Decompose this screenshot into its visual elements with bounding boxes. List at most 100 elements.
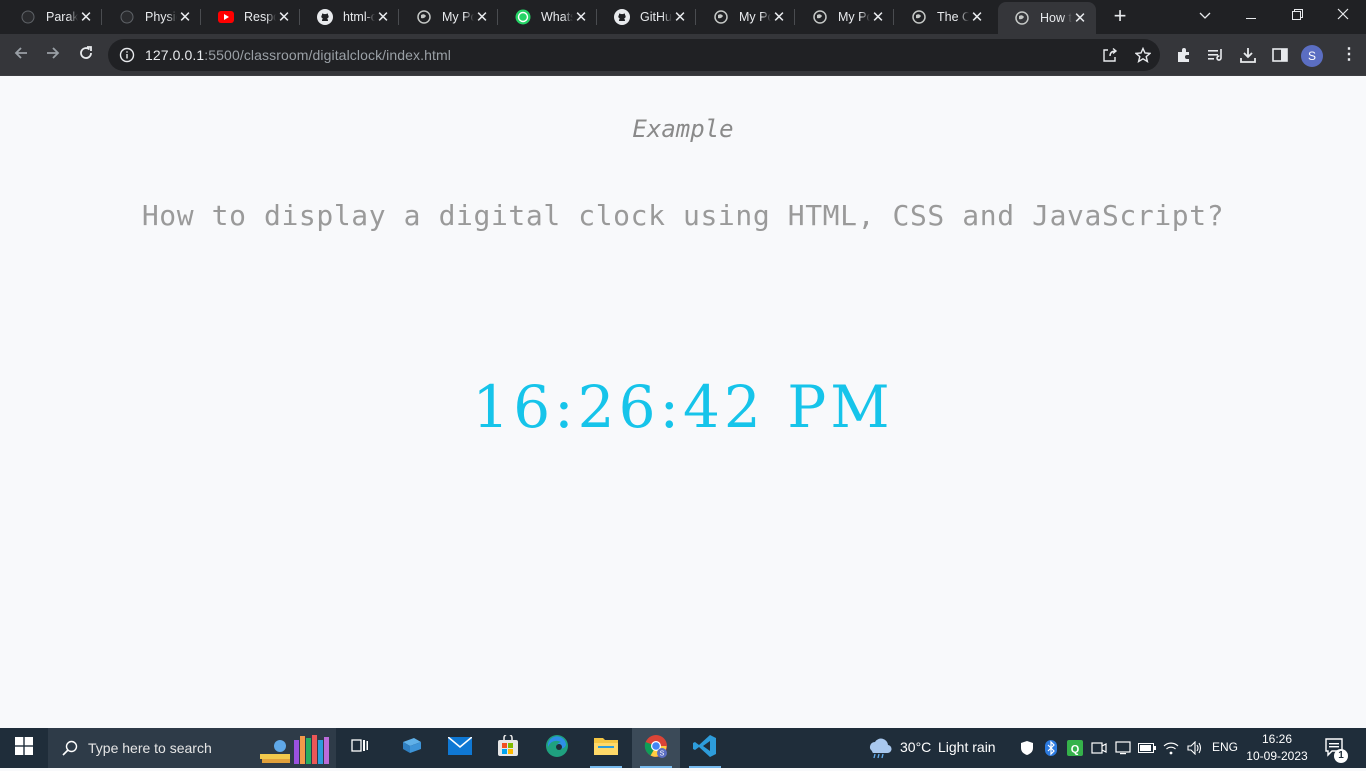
tab-search-button[interactable] [1182,0,1228,30]
tab-separator [596,9,597,25]
tab-1[interactable]: Parakram ✕ [4,0,102,34]
weather-icon[interactable] [866,737,892,759]
close-icon[interactable]: ✕ [771,9,787,26]
globe-dark-icon [20,9,36,25]
back-button[interactable] [8,42,34,68]
close-icon[interactable]: ✕ [276,9,292,26]
tab-separator [695,9,696,25]
folder-icon [594,736,618,761]
restore-button[interactable] [1274,0,1320,30]
github-icon [317,9,333,25]
task-view-icon [351,738,369,759]
windows-taskbar: Type here to search S 30°C Light rain Q … [0,728,1366,768]
profile-avatar[interactable]: S [1301,45,1323,67]
app-q-icon[interactable]: Q [1066,739,1084,757]
new-tab-button[interactable]: + [1109,5,1131,27]
tab-active[interactable]: How to ✕ [998,2,1096,34]
tab-title: WhatsApp [541,10,573,24]
edge-icon [545,734,569,763]
digital-clock: 16:26:42 PM [472,373,894,441]
taskbar-app-explorer[interactable] [582,728,630,768]
tab-3[interactable]: Responsive ✕ [202,0,300,34]
close-icon[interactable]: ✕ [1072,10,1088,27]
taskbar-app-store[interactable] [484,728,532,768]
taskbar-date: 10-09-2023 [1246,749,1308,763]
globe-icon [416,9,432,25]
close-window-button[interactable] [1320,0,1366,30]
language-indicator[interactable]: ENG [1212,740,1238,754]
share-icon[interactable] [1102,47,1118,63]
taskbar-app-chrome[interactable]: S [632,728,680,768]
close-icon[interactable]: ✕ [870,9,886,26]
close-icon[interactable]: ✕ [573,9,589,26]
arrow-left-icon [13,45,29,66]
globe-icon [713,9,729,25]
browser-toolbar: 127.0.0.1:5500/classroom/digitalclock/in… [0,34,1366,76]
tab-10[interactable]: The Coding ✕ [895,0,993,34]
tab-title: My Portfolio [442,10,474,24]
info-icon[interactable] [119,47,135,63]
tab-7[interactable]: GitHub ✕ [598,0,696,34]
close-icon[interactable]: ✕ [474,9,490,26]
restore-icon [1291,8,1303,23]
media-control-icon[interactable] [1207,46,1225,64]
page-content: Example How to display a digital clock u… [0,77,1366,728]
taskbar-time: 16:26 [1261,732,1293,746]
volume-icon[interactable] [1186,739,1204,757]
camera-icon[interactable] [1090,739,1108,757]
tab-separator [893,9,894,25]
forward-button[interactable] [40,42,66,68]
reload-button[interactable] [73,42,99,68]
more-menu-icon[interactable]: ⋮ [1340,46,1358,64]
tab-2[interactable]: Physics ✕ [103,0,201,34]
taskbar-clock[interactable]: 16:26 10-09-2023 [1244,731,1310,765]
tab-strip: Parakram ✕ Physics ✕ Responsive ✕ html-c… [0,0,1366,34]
tab-4[interactable]: html-css ✕ [301,0,399,34]
close-icon[interactable]: ✕ [672,9,688,26]
start-button[interactable] [0,728,48,768]
svg-text:S: S [660,750,665,757]
store-icon [497,732,519,762]
tab-title: Parakram [46,10,78,24]
globe-icon [812,9,828,25]
arrow-right-icon [45,45,61,66]
taskbar-app-mail[interactable] [436,728,484,768]
page-question: How to display a digital clock using HTM… [141,199,1225,232]
task-view-button[interactable] [336,728,384,768]
taskbar-search[interactable]: Type here to search [48,728,336,768]
close-icon[interactable]: ✕ [969,9,985,26]
tab-6[interactable]: WhatsApp ✕ [499,0,597,34]
windows-logo-icon [15,736,33,760]
tab-separator [497,9,498,25]
tab-9[interactable]: My Portfolio ✕ [796,0,894,34]
close-icon[interactable]: ✕ [375,9,391,26]
wifi-icon[interactable] [1162,739,1180,757]
tab-5[interactable]: My Portfolio ✕ [400,0,498,34]
tab-separator [794,9,795,25]
svg-text:Q: Q [1071,744,1080,756]
notification-count-badge: 1 [1334,749,1348,763]
taskbar-app-vscode[interactable] [681,728,729,768]
close-icon[interactable]: ✕ [78,9,94,26]
tab-title: How to [1040,11,1072,25]
tab-8[interactable]: My Portfolio ✕ [697,0,795,34]
side-panel-icon[interactable] [1271,46,1289,64]
tab-separator [398,9,399,25]
taskbar-app-edge[interactable] [533,728,581,768]
whatsapp-icon [515,9,531,25]
taskbar-app-computer[interactable] [388,728,436,768]
download-icon[interactable] [1239,46,1257,64]
extensions-icon[interactable] [1175,46,1193,64]
weather-temperature[interactable]: 30°C [900,739,931,755]
close-icon [1337,8,1349,23]
example-heading: Example [632,115,734,143]
weather-description[interactable]: Light rain [938,739,996,755]
minimize-button[interactable] [1228,0,1274,30]
address-bar[interactable]: 127.0.0.1:5500/classroom/digitalclock/in… [108,39,1160,71]
battery-icon[interactable] [1138,739,1156,757]
display-icon[interactable] [1114,739,1132,757]
bluetooth-icon[interactable] [1042,739,1060,757]
security-shield-icon[interactable] [1018,739,1036,757]
close-icon[interactable]: ✕ [177,9,193,26]
star-icon[interactable] [1134,46,1152,63]
